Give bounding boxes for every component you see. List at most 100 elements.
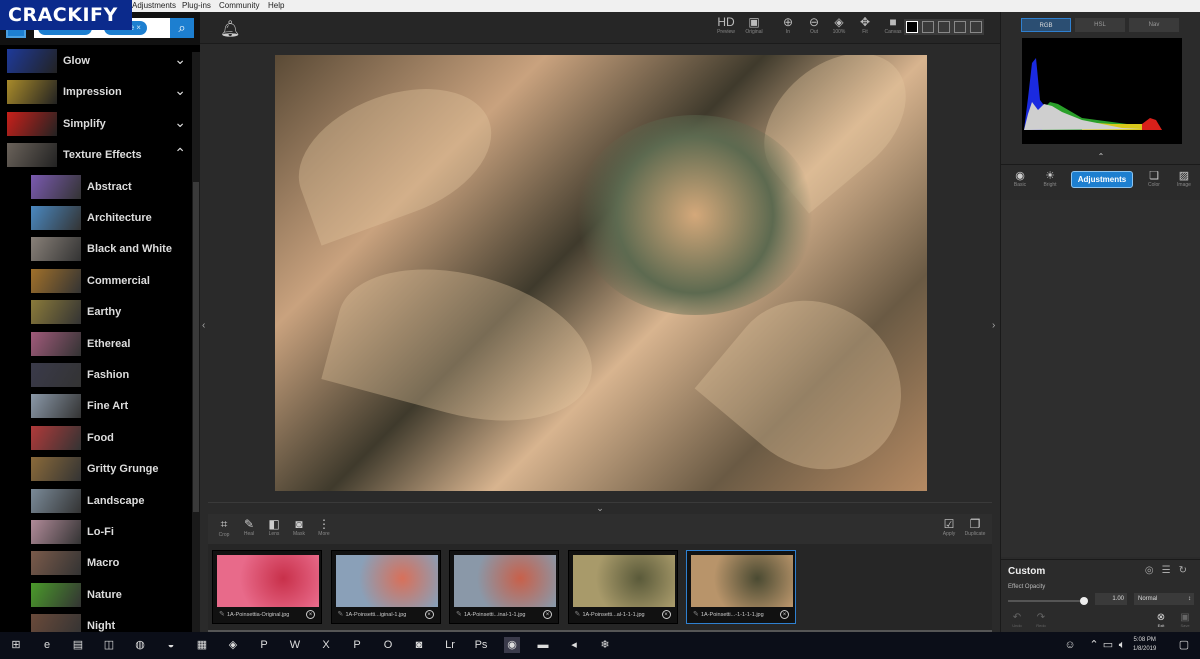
filmstrip-item[interactable]: ✎ 1A-Poinsettia-Original.jpg × — [212, 550, 322, 624]
taskbar-app-icon[interactable]: ◍ — [132, 637, 148, 653]
filmstrip-item[interactable]: ✎ 1A-Poinsetti...al-1-1-1.jpg × — [567, 550, 678, 624]
taskbar-app-icon[interactable]: ▦ — [194, 637, 210, 653]
image-canvas[interactable] — [275, 55, 927, 491]
people-icon[interactable]: ☺ — [1062, 637, 1078, 653]
taskbar-app-icon[interactable]: Lr — [442, 637, 458, 653]
toolbar-original-button[interactable]: ▣ Original — [741, 15, 767, 35]
toolbar-canvas-button[interactable]: ■ Canvas — [880, 15, 906, 35]
preset-macro[interactable]: Macro — [0, 547, 192, 578]
crop-tool[interactable]: ⌗ Crop — [213, 517, 235, 538]
preset-fine-art[interactable]: Fine Art — [0, 390, 192, 421]
taskbar-app-icon[interactable]: X — [318, 637, 334, 653]
menu-help[interactable]: Help — [268, 1, 284, 10]
taskbar-app-icon[interactable]: ◫ — [101, 637, 117, 653]
exit-button[interactable]: ⊗ Exit — [1153, 612, 1169, 628]
chevron-down-icon[interactable]: ⌄ — [174, 51, 186, 68]
category-simplify[interactable]: Simplify ⌄ — [0, 108, 192, 139]
chevron-down-icon[interactable]: ⌄ — [174, 82, 186, 99]
close-icon[interactable]: × — [424, 610, 434, 619]
chevron-up-icon[interactable]: ⌃ — [174, 145, 186, 162]
blend-mode-select[interactable]: Normal ↕ — [1134, 593, 1194, 605]
mask-icon[interactable]: ◎ — [1145, 565, 1162, 576]
preset-gritty-grunge[interactable]: Gritty Grunge — [0, 453, 192, 484]
compare-view-icon[interactable] — [970, 21, 982, 33]
filmstrip-item[interactable]: ✎ 1A-Poinsetti...iginal-1.jpg × — [330, 550, 441, 624]
close-icon[interactable]: × — [661, 610, 671, 619]
taskbar-app-icon[interactable]: P — [256, 637, 272, 653]
tab-nav[interactable]: Nav — [1129, 18, 1179, 32]
split-view-icon[interactable] — [922, 21, 934, 33]
system-clock[interactable]: 5:08 PM 1/8/2019 — [1133, 636, 1156, 654]
panel-color-button[interactable]: ❏ Color — [1141, 169, 1167, 188]
close-icon[interactable]: × — [543, 610, 552, 619]
filmstrip-item[interactable]: ✎ 1A-Poinsetti...inal-1-1.jpg × — [449, 550, 559, 624]
category-glow[interactable]: Glow ⌄ — [0, 45, 192, 76]
notifications-icon[interactable]: ▢ — [1176, 637, 1192, 653]
taskbar-app-icon[interactable]: W — [287, 637, 303, 653]
taskbar-app-icon[interactable]: e — [39, 637, 55, 653]
panel-basic-button[interactable]: ◉ Basic — [1007, 169, 1033, 188]
preset-ethereal[interactable]: Ethereal — [0, 328, 192, 359]
taskbar-app-icon[interactable]: ◈ — [225, 637, 241, 653]
filmstrip-toggle[interactable]: ⌄ — [208, 502, 992, 514]
taskbar-app-icon[interactable]: ▬ — [535, 637, 551, 653]
bell-icon[interactable]: 🔔︎ — [220, 19, 240, 39]
scrollbar-thumb[interactable] — [193, 182, 199, 512]
menu-adjustments[interactable]: Adjustments — [132, 1, 176, 10]
preset-earthy[interactable]: Earthy — [0, 296, 192, 327]
menu-icon[interactable]: ☰ — [1162, 565, 1179, 576]
preset-landscape[interactable]: Landscape — [0, 485, 192, 516]
save-button[interactable]: ▣ Save — [1177, 612, 1193, 628]
tab-rgb[interactable]: RGB — [1021, 18, 1071, 32]
preset-commercial[interactable]: Commercial — [0, 265, 192, 296]
duplicate-button[interactable]: ❐ Duplicate — [964, 517, 986, 537]
toolbar-in-button[interactable]: ⊕ In — [775, 15, 801, 35]
menu-community[interactable]: Community — [219, 1, 259, 10]
category-impression[interactable]: Impression ⌄ — [0, 76, 192, 107]
opacity-slider[interactable] — [1008, 597, 1088, 605]
taskbar-app-icon[interactable]: ◙ — [411, 637, 427, 653]
category-texture-effects[interactable]: Texture Effects ⌃ — [0, 139, 192, 170]
search-button[interactable]: ⌕ — [170, 18, 194, 38]
volume-icon[interactable]: 🔈︎ — [1114, 637, 1130, 653]
taskbar-app-icon[interactable]: ⊞ — [8, 637, 24, 653]
reset-icon[interactable]: ↻ — [1179, 565, 1195, 576]
close-icon[interactable]: × — [780, 610, 789, 619]
single-view-icon[interactable] — [906, 21, 918, 33]
more-tool[interactable]: ⋮ More — [313, 517, 335, 537]
panel-image-button[interactable]: ▨ Image — [1171, 169, 1197, 188]
toolbar-out-button[interactable]: ⊖ Out — [801, 15, 827, 35]
taskbar-app-icon[interactable]: ◂ — [566, 637, 582, 653]
taskbar-app-icon[interactable]: ▤ — [70, 637, 86, 653]
preset-food[interactable]: Food — [0, 422, 192, 453]
sidebar-scrollbar[interactable] — [192, 52, 200, 632]
close-icon[interactable]: × — [136, 23, 141, 32]
chevron-down-icon[interactable]: ⌄ — [174, 114, 186, 131]
preset-black-and-white[interactable]: Black and White — [0, 233, 192, 264]
menu-plugins[interactable]: Plug-ins — [182, 1, 211, 10]
taskbar-app-icon[interactable]: O — [380, 637, 396, 653]
toolbar-preview-button[interactable]: HD Preview — [713, 15, 739, 35]
collapse-left-icon[interactable]: ‹ — [202, 320, 205, 331]
adjustments-button[interactable]: Adjustments — [1071, 171, 1133, 188]
preset-fashion[interactable]: Fashion — [0, 359, 192, 390]
panel-bright-button[interactable]: ☀ Bright — [1037, 169, 1063, 188]
opacity-value-input[interactable]: 1.00 — [1095, 593, 1127, 605]
preset-abstract[interactable]: Abstract — [0, 171, 192, 202]
toolbar-fit-button[interactable]: ✥ Fit — [852, 15, 878, 35]
split-horizontal-icon[interactable] — [938, 21, 950, 33]
slider-handle[interactable] — [1080, 597, 1088, 605]
heal-tool[interactable]: ✎ Heal — [238, 517, 260, 537]
toolbar-100pct-button[interactable]: ◈ 100% — [826, 15, 852, 35]
preset-architecture[interactable]: Architecture — [0, 202, 192, 233]
preset-lo-fi[interactable]: Lo-Fi — [0, 516, 192, 547]
undo-button[interactable]: ↶ Undo — [1009, 612, 1025, 628]
side-by-side-icon[interactable] — [954, 21, 966, 33]
collapse-right-icon[interactable]: › — [992, 320, 995, 331]
view-mode-switch[interactable] — [904, 19, 984, 35]
mask-tool[interactable]: ◙ Mask — [288, 517, 310, 537]
preset-nature[interactable]: Nature — [0, 579, 192, 610]
close-icon[interactable]: × — [306, 610, 315, 619]
apply-button[interactable]: ☑ Apply — [938, 517, 960, 537]
taskbar-app-icon[interactable]: Ps — [473, 637, 489, 653]
